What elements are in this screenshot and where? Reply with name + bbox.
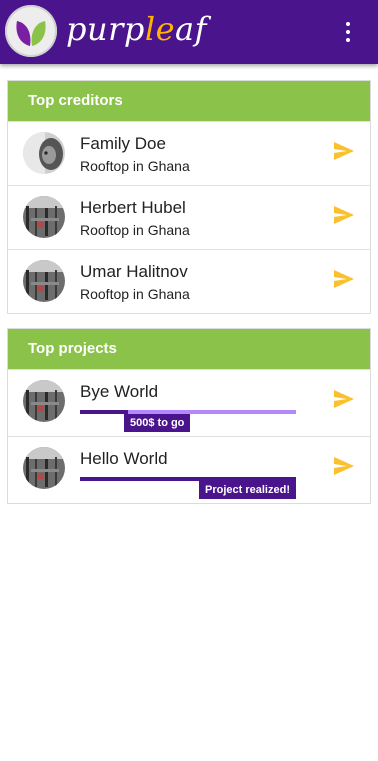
app-bar: purpleaf xyxy=(0,0,378,64)
project-row[interactable]: Bye World 500$ to go xyxy=(8,369,370,436)
creditor-name: Umar Halitnov xyxy=(80,262,188,281)
creditor-subtitle: Rooftop in Ghana xyxy=(80,222,190,238)
creditor-row[interactable]: Family Doe Rooftop in Ghana xyxy=(8,121,370,185)
creditor-row[interactable]: Umar Halitnov Rooftop in Ghana xyxy=(8,249,370,313)
progress-badge: Project realized! xyxy=(199,481,296,499)
avatar xyxy=(23,447,65,489)
send-icon[interactable] xyxy=(334,457,354,475)
creditor-row[interactable]: Herbert Hubel Rooftop in Ghana xyxy=(8,185,370,249)
creditor-subtitle: Rooftop in Ghana xyxy=(80,158,190,174)
card-header: Top creditors xyxy=(8,81,370,121)
progress-fill xyxy=(80,410,128,414)
creditor-name: Family Doe xyxy=(80,134,166,153)
brand-logo-text: purpleaf xyxy=(66,10,207,48)
avatar xyxy=(23,260,65,302)
avatar xyxy=(23,132,65,174)
progress-badge: 500$ to go xyxy=(124,414,191,432)
creditor-name: Herbert Hubel xyxy=(80,198,186,217)
avatar xyxy=(23,196,65,238)
project-name: Hello World xyxy=(80,449,168,468)
top-projects-card: Top projects Bye World 500$ to go Hello … xyxy=(7,328,371,504)
send-icon[interactable] xyxy=(334,270,354,288)
funding-progress-bar: Project realized! xyxy=(80,477,296,499)
top-creditors-card: Top creditors Family Doe Rooftop in Ghan… xyxy=(7,80,371,314)
avatar xyxy=(23,380,65,422)
funding-progress-bar: 500$ to go xyxy=(80,410,296,432)
more-vert-icon[interactable] xyxy=(336,20,360,42)
project-name: Bye World xyxy=(80,382,159,401)
send-icon[interactable] xyxy=(334,206,354,224)
creditor-subtitle: Rooftop in Ghana xyxy=(80,286,190,302)
card-header: Top projects xyxy=(8,329,370,369)
leaf-logo-icon xyxy=(5,5,57,57)
send-icon[interactable] xyxy=(334,142,354,160)
project-row[interactable]: Hello World Project realized! xyxy=(8,436,370,503)
send-icon[interactable] xyxy=(334,390,354,408)
